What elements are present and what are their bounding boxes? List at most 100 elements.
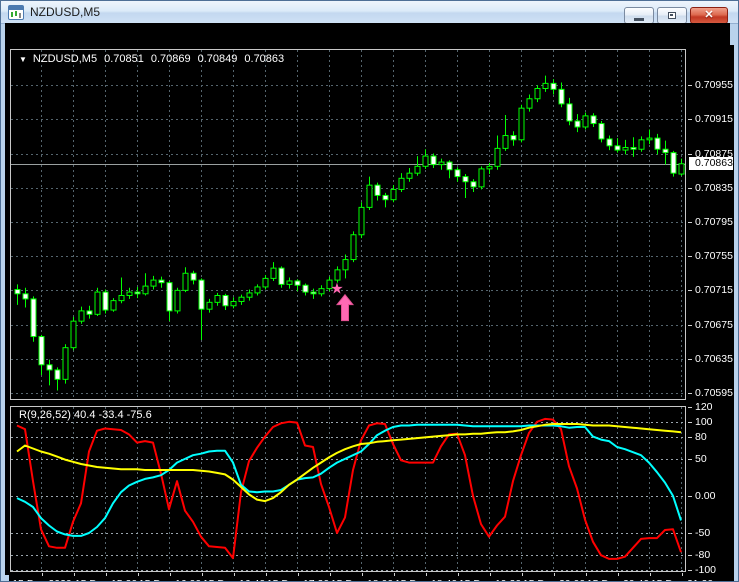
candle-body: [23, 294, 28, 299]
candle-body: [383, 195, 388, 199]
time-axis-tick: [362, 573, 363, 576]
candle-body: [487, 166, 492, 169]
candle-body: [15, 290, 20, 294]
candle-body: [511, 136, 516, 140]
candle-body: [455, 170, 460, 177]
candle-body: [447, 162, 452, 170]
candle-body: [655, 138, 660, 149]
candle-body: [575, 121, 580, 127]
oscillator-axis-label: 80: [695, 431, 707, 443]
minimize-button[interactable]: [624, 7, 654, 24]
candle-body: [615, 146, 620, 150]
oscillator-axis-label: 0.00: [695, 490, 715, 502]
signal-arrow-up-icon: [337, 295, 353, 321]
time-axis-tick: [458, 573, 459, 576]
quote-symbol: NZDUSD,M5: [33, 53, 97, 65]
axis-tick: [688, 85, 692, 86]
candle-body: [79, 311, 84, 321]
indicator-label: R(9,26,52) 40.4 -33.4 -75.6: [19, 409, 152, 421]
price-axis-label: 0.70795: [695, 216, 733, 228]
candle-body: [151, 280, 156, 286]
candle-body: [631, 148, 636, 150]
candle-body: [199, 280, 204, 309]
signal-star-icon: ★: [330, 281, 343, 298]
pane-separator[interactable]: [10, 401, 686, 405]
price-axis-label: 0.70755: [695, 250, 733, 262]
candle-body: [111, 301, 116, 310]
candle-body: [127, 292, 132, 295]
candle-body: [143, 286, 148, 294]
candle-body: [407, 173, 412, 178]
candle-body: [599, 124, 604, 139]
axis-tick: [688, 533, 692, 534]
time-axis-tick: [298, 573, 299, 576]
chart-window: NZDUSD,M5 ✕ ★ ▼ NZDUSD,M5 0.70851 0.7086…: [0, 0, 739, 582]
time-axis-tick: [266, 573, 267, 576]
candle-body: [559, 89, 564, 104]
candle-body: [287, 281, 292, 284]
candle-body: [271, 268, 276, 278]
time-axis-tick: [394, 573, 395, 576]
oscillator-chart: [11, 407, 685, 571]
time-axis-tick: [74, 573, 75, 576]
chart-client-area: ★ ▼ NZDUSD,M5 0.70851 0.70869 0.70849 0.…: [5, 23, 730, 575]
time-axis-tick: [42, 573, 43, 576]
axis-tick: [688, 496, 692, 497]
time-axis-tick: [522, 573, 523, 576]
candle-body: [471, 182, 476, 187]
axis-tick: [688, 119, 692, 120]
axis-tick: [688, 437, 692, 438]
quote-bar: ▼ NZDUSD,M5 0.70851 0.70869 0.70849 0.70…: [19, 53, 291, 65]
candlestick-chart: ★: [11, 50, 685, 399]
main-chart-pane[interactable]: ★: [10, 49, 686, 400]
candle-body: [95, 292, 100, 314]
price-axis-label: 0.70835: [695, 182, 733, 194]
candle-body: [391, 189, 396, 199]
time-axis[interactable]: 15 Dec 202015 Dec 15:2015 Dec 16:0015 De…: [9, 573, 734, 582]
window-controls: ✕: [621, 7, 728, 24]
axis-tick: [688, 570, 692, 571]
time-axis-tick: [234, 573, 235, 576]
symbol-dropdown-icon[interactable]: ▼: [19, 55, 27, 64]
close-button[interactable]: ✕: [690, 7, 728, 24]
candle-body: [183, 273, 188, 290]
candle-body: [207, 302, 212, 309]
axis-tick: [688, 290, 692, 291]
axis-tick: [688, 407, 692, 408]
candle-body: [31, 299, 36, 337]
candle-body: [103, 292, 108, 310]
axis-tick: [688, 325, 692, 326]
window-title: NZDUSD,M5: [30, 5, 100, 19]
candle-body: [663, 149, 668, 152]
candle-body: [431, 156, 436, 165]
candle-body: [463, 177, 468, 182]
candle-body: [215, 295, 220, 302]
time-axis-tick: [330, 573, 331, 576]
axis-tick: [688, 188, 692, 189]
current-price-tag: 0.70863: [689, 157, 733, 170]
restore-icon: [668, 12, 676, 19]
indicator-pane[interactable]: [10, 406, 686, 572]
candle-body: [375, 185, 380, 195]
candle-body: [247, 293, 252, 297]
time-axis-tick: [650, 573, 651, 576]
candle-body: [87, 311, 92, 314]
candle-body: [295, 281, 300, 285]
oscillator-axis-label: 120: [695, 401, 713, 413]
axis-tick: [688, 422, 692, 423]
axis-tick: [688, 555, 692, 556]
chart-window-icon: [8, 5, 24, 20]
candle-body: [399, 178, 404, 189]
price-axis-label: 0.70675: [695, 319, 733, 331]
candle-body: [367, 185, 372, 207]
candle-body: [543, 83, 548, 88]
candle-body: [423, 156, 428, 166]
candle-body: [335, 270, 340, 280]
oscillator-line-fast: [17, 419, 681, 559]
price-axis[interactable]: 0.709550.709150.708750.708350.707950.707…: [688, 45, 734, 573]
candle-body: [231, 301, 236, 305]
candle-body: [359, 207, 364, 234]
oscillator-axis-label: 50: [695, 453, 707, 465]
window-titlebar[interactable]: NZDUSD,M5 ✕: [1, 1, 738, 24]
restore-button[interactable]: [657, 7, 687, 24]
